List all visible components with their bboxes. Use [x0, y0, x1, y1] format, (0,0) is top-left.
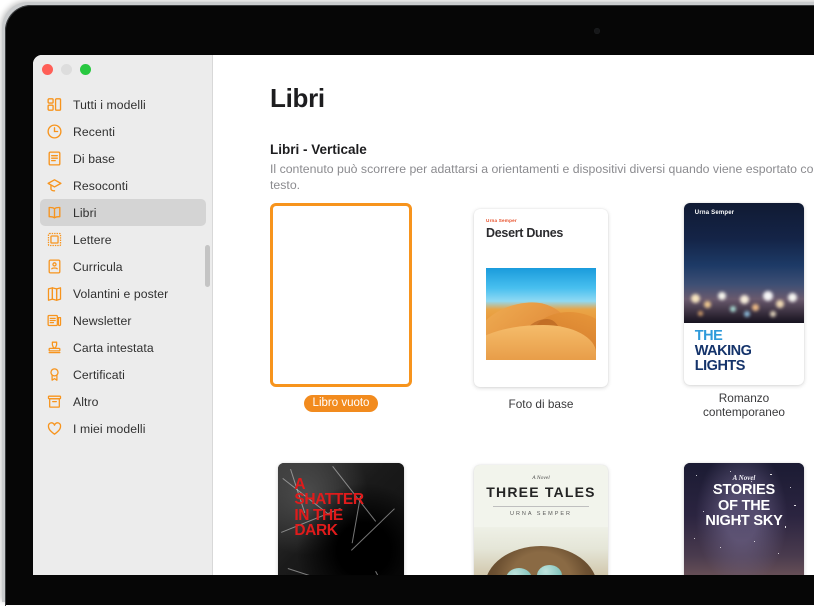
cover-author: Urna Semper [486, 218, 517, 224]
template-thumbnail[interactable] [270, 203, 412, 387]
template-label: Foto di base [508, 397, 574, 411]
sidebar-item-altro[interactable]: Altro [40, 388, 206, 415]
page-title: Libri [270, 83, 325, 113]
sidebar-item-tutti-i-modelli[interactable]: Tutti i modelli [40, 91, 206, 118]
cover-title: THREE TALES [486, 484, 596, 501]
sidebar-item-curricula[interactable]: Curricula [40, 253, 206, 280]
heart-icon [46, 420, 63, 437]
cover-title-line-1: STORIES [713, 482, 775, 499]
sidebar-item-certificati[interactable]: Certificati [40, 361, 206, 388]
sidebar-item-label: Di base [73, 151, 116, 166]
template-thumbnail[interactable]: A Novel THREE TALES URNA SEMPER [474, 465, 608, 575]
cover-title-line-3: LIGHTS [694, 357, 746, 374]
cover-title: A SHATTER IN THE DARK [294, 475, 395, 539]
book-icon [46, 204, 63, 221]
template-row: Libro vuoto Urna Semper Desert Dunes Fot… [270, 203, 814, 463]
sidebar-item-label: Altro [73, 394, 99, 409]
clock-icon [46, 123, 63, 140]
sidebar-item-recenti[interactable]: Recenti [40, 118, 206, 145]
template-thumbnail[interactable]: Urna Semper THE WAKING LIGHTS [684, 203, 804, 385]
cover-subtitle: A Novel [532, 475, 550, 482]
template-card-empty-book[interactable]: Libro vuoto [270, 203, 418, 412]
sidebar-item-label: Recenti [73, 124, 116, 139]
window-traffic-lights [42, 64, 91, 75]
stamp-icon [46, 339, 63, 356]
cover-photo-nest [474, 527, 608, 575]
cover-title: Desert Dunes [486, 225, 564, 240]
stamp-frame-icon [46, 231, 63, 248]
template-card-three-tales[interactable]: A Novel THREE TALES URNA SEMPER [474, 465, 608, 575]
close-button[interactable] [42, 64, 53, 75]
template-label: Libro vuoto [270, 395, 412, 412]
sidebar-item-label: Volantini e poster [73, 286, 169, 301]
divider [492, 505, 590, 507]
cover-photo-city-lights [684, 203, 804, 324]
template-card-night-sky[interactable]: A Novel STORIES OF THE NIGHT SKY [684, 463, 810, 575]
sidebar-item-label: Certificati [73, 367, 125, 382]
cover-title-line-2: SHATTER [294, 491, 364, 508]
sidebar-item-libri[interactable]: Libri [40, 199, 206, 226]
cover-subtitle: A Novel [732, 473, 756, 482]
template-label-text: Libro vuoto [303, 395, 379, 412]
template-thumbnail[interactable]: A Novel STORIES OF THE NIGHT SKY [684, 463, 804, 575]
award-icon [46, 366, 63, 383]
sidebar-item-newsletter[interactable]: Newsletter [40, 307, 206, 334]
cover-title: THE WAKING LIGHTS [694, 327, 752, 374]
sidebar-item-label: Newsletter [73, 313, 132, 328]
sidebar-item-label: Libri [73, 205, 97, 220]
cover-title-line-1: THE [694, 327, 723, 344]
sidebar-item-label: Resoconti [73, 178, 129, 193]
sidebar-item-label: Curricula [73, 259, 123, 274]
section-title: Libri - Verticale [270, 142, 367, 157]
cover-title-line-3: IN THE [294, 506, 343, 524]
webcam-icon [594, 28, 600, 34]
newspaper-icon [46, 312, 63, 329]
template-card-waking-lights[interactable]: Urna Semper THE WAKING LIGHTS Romanzo co… [684, 203, 812, 419]
sidebar-item-label: I miei modelli [73, 421, 146, 436]
sidebar-item-label: Lettere [73, 232, 112, 247]
resume-icon [46, 258, 63, 275]
cover-title-line-2: WAKING [694, 342, 752, 359]
sidebar: Tutti i modelli Recenti Di base Resocont… [33, 55, 213, 575]
sidebar-item-volantini-e-poster[interactable]: Volantini e poster [40, 280, 206, 307]
graduation-icon [46, 177, 63, 194]
app-window: Tutti i modelli Recenti Di base Resocont… [33, 55, 814, 575]
cover-title-line-3: NIGHT SKY [705, 513, 783, 530]
zoom-button[interactable] [80, 64, 91, 75]
cover-title: STORIES OF THE NIGHT SKY [684, 483, 804, 530]
template-thumbnail[interactable]: Urna Semper Desert Dunes [474, 209, 608, 387]
sidebar-item-di-base[interactable]: Di base [40, 145, 206, 172]
cover-title-line-1: A [294, 475, 306, 493]
flyer-icon [46, 285, 63, 302]
sidebar-scrollbar[interactable] [205, 245, 210, 287]
sidebar-item-lettere[interactable]: Lettere [40, 226, 206, 253]
template-card-shatter-dark[interactable]: A SHATTER IN THE DARK [278, 463, 412, 575]
sidebar-item-resoconti[interactable]: Resoconti [40, 172, 206, 199]
template-label: Romanzo contemporaneo [703, 391, 785, 419]
cover-author: Urna Semper [694, 210, 735, 217]
minimize-button[interactable] [61, 64, 72, 75]
grid-icon [46, 96, 63, 113]
cover-photo-dunes [486, 267, 596, 361]
cover-author: URNA SEMPER [509, 510, 573, 517]
content-area: Libri Libri - Verticale Il contenuto può… [214, 55, 814, 575]
sidebar-item-label: Tutti i modelli [73, 97, 146, 112]
laptop-bezel: Tutti i modelli Recenti Di base Resocont… [0, 0, 814, 606]
document-icon [46, 150, 63, 167]
sidebar-item-carta-intestata[interactable]: Carta intestata [40, 334, 206, 361]
template-grid: Libro vuoto Urna Semper Desert Dunes Fot… [270, 203, 814, 575]
cover-title-line-2: OF THE [718, 497, 770, 514]
template-row: A SHATTER IN THE DARK A Novel THREE TALE… [270, 463, 814, 575]
cover-title-line-4: DARK [294, 522, 338, 539]
archive-box-icon [46, 393, 63, 410]
sidebar-nav: Tutti i modelli Recenti Di base Resocont… [33, 91, 213, 442]
sidebar-item-label: Carta intestata [73, 340, 154, 355]
section-description: Il contenuto può scorrere per adattarsi … [270, 162, 814, 192]
template-thumbnail[interactable]: A SHATTER IN THE DARK [278, 463, 404, 575]
template-card-desert-dunes[interactable]: Urna Semper Desert Dunes Foto di base [474, 209, 612, 411]
sidebar-item-i-miei-modelli[interactable]: I miei modelli [40, 415, 206, 442]
